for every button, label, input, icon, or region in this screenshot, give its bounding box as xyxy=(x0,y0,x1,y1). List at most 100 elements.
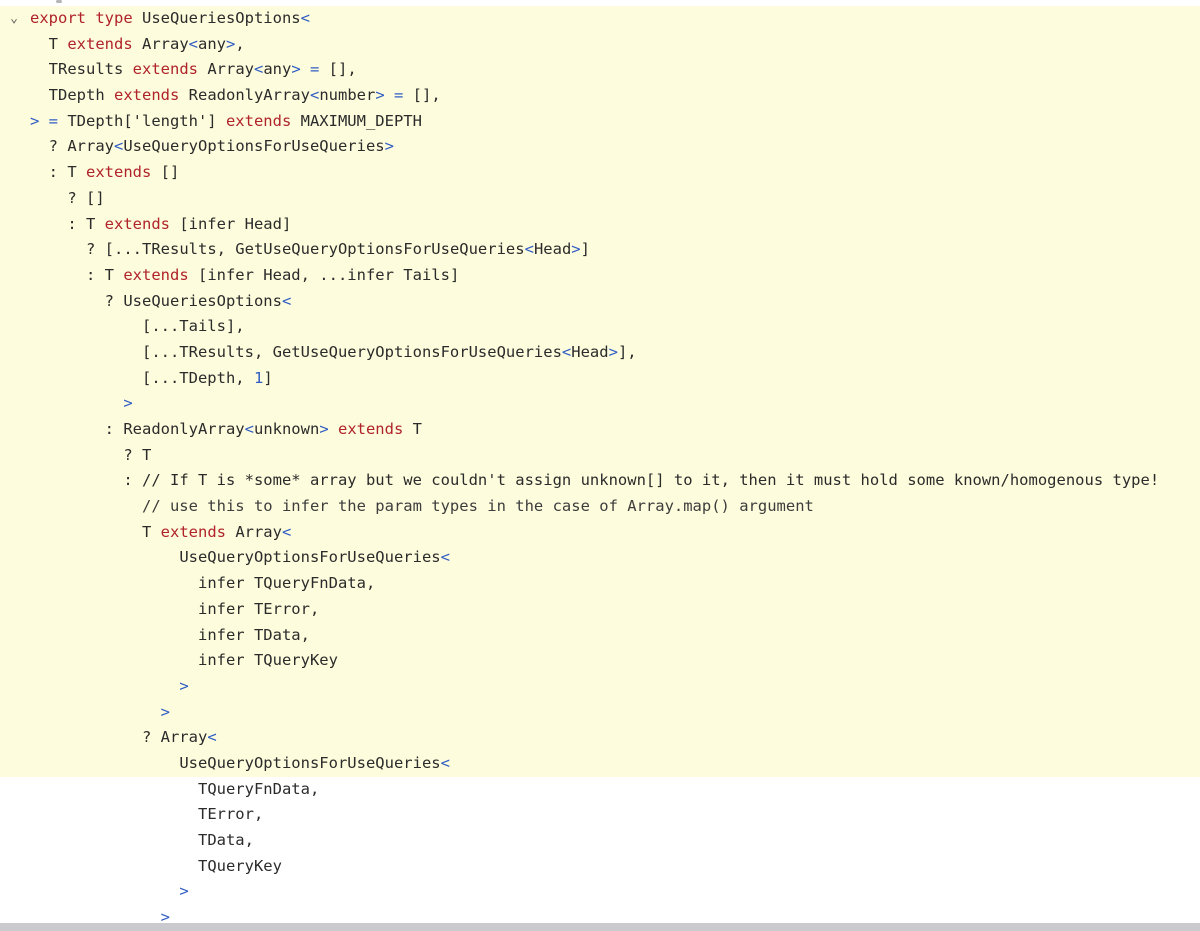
code-token: > xyxy=(571,240,581,259)
code-line[interactable]: T extends Array<any>, xyxy=(0,32,1200,58)
code-line-text: T extends Array<any>, xyxy=(30,32,245,58)
code-line-text: > xyxy=(30,700,170,726)
code-line[interactable]: TError, xyxy=(0,802,1200,828)
code-line[interactable]: ? UseQueriesOptions< xyxy=(0,289,1200,315)
code-line[interactable]: TQueryKey xyxy=(0,854,1200,880)
code-token: [...Tails], xyxy=(141,317,245,336)
code-line[interactable]: [...TResults, GetUseQueryOptionsForUseQu… xyxy=(0,340,1200,366)
code-token: > xyxy=(123,394,133,413)
code-line[interactable]: : // If T is *some* array but we couldn'… xyxy=(0,468,1200,494)
code-line-text: ? T xyxy=(30,443,151,469)
code-token: [...TResults, GetUseQueryOptionsForUseQu… xyxy=(141,342,562,361)
code-line[interactable]: > xyxy=(0,700,1200,726)
code-line[interactable]: TData, xyxy=(0,828,1200,854)
code-line-text: infer TQueryKey xyxy=(30,648,338,674)
code-line[interactable]: infer TQueryKey xyxy=(0,648,1200,674)
code-line[interactable]: // use this to infer the param types in … xyxy=(0,494,1200,520)
code-token: : T xyxy=(48,163,86,182)
code-token: > xyxy=(226,34,236,53)
code-line[interactable]: : T extends [infer Head, ...infer Tails] xyxy=(0,263,1200,289)
code-line[interactable]: ? Array< xyxy=(0,725,1200,751)
code-token: < xyxy=(300,9,310,27)
code-area[interactable]: ⌄ export type UseQueriesOptions< T extend… xyxy=(0,6,1200,931)
code-token: TResults xyxy=(48,60,133,79)
code-line[interactable]: > = TDepth['length'] extends MAXIMUM_DEP… xyxy=(0,109,1200,135)
code-line-text: infer TQueryFnData, xyxy=(30,571,375,597)
code-line[interactable]: infer TQueryFnData, xyxy=(0,571,1200,597)
code-line[interactable]: [...TDepth, 1] xyxy=(0,366,1200,392)
code-token: < xyxy=(207,728,217,747)
code-line[interactable]: [...Tails], xyxy=(0,314,1200,340)
code-line[interactable]: ? T xyxy=(0,443,1200,469)
code-token: TData, xyxy=(197,831,254,849)
code-token: infer TQueryKey xyxy=(197,651,338,670)
code-line-text: [...TResults, GetUseQueryOptionsForUseQu… xyxy=(30,340,637,366)
code-line[interactable]: ? [...TResults, GetUseQueryOptionsForUse… xyxy=(0,237,1200,263)
code-token: TError, xyxy=(197,805,264,824)
code-token: < xyxy=(561,342,572,361)
code-line[interactable]: : ReadonlyArray<unknown> extends T xyxy=(0,417,1200,443)
code-token: // use this to infer the param types in … xyxy=(141,497,814,516)
code-token: ], xyxy=(617,342,637,361)
code-token: extends xyxy=(86,163,161,182)
code-editor[interactable]: ⌄ export type UseQueriesOptions< T extend… xyxy=(0,0,1200,931)
code-line[interactable]: > xyxy=(0,674,1200,700)
code-token: , xyxy=(235,34,245,53)
code-line[interactable]: ? [] xyxy=(0,186,1200,212)
horizontal-scrollbar[interactable] xyxy=(0,923,1200,931)
code-line[interactable]: TQueryFnData, xyxy=(0,777,1200,803)
code-token: < xyxy=(114,137,124,156)
code-token: Head xyxy=(571,342,609,361)
code-line[interactable]: infer TError, xyxy=(0,597,1200,623)
code-line[interactable]: TResults extends Array<any> = [], xyxy=(0,57,1200,83)
code-token: infer TData, xyxy=(197,625,310,644)
code-token: UseQueryOptionsForUseQueries xyxy=(179,753,441,772)
code-token: [infer Head, ...infer Tails] xyxy=(197,265,460,284)
code-token: > = xyxy=(291,60,329,79)
code-line[interactable]: ⌄ export type UseQueriesOptions< xyxy=(0,6,1200,32)
code-line[interactable]: UseQueryOptionsForUseQueries< xyxy=(0,751,1200,777)
code-token: [], xyxy=(412,86,441,105)
code-line[interactable]: infer TData, xyxy=(0,623,1200,649)
code-token: < xyxy=(281,291,292,310)
code-line[interactable]: > xyxy=(0,879,1200,905)
code-line[interactable]: ? Array<UseQueryOptionsForUseQueries> xyxy=(0,134,1200,160)
code-token: Array xyxy=(207,60,254,79)
code-token: export type xyxy=(30,9,142,27)
code-token: > = xyxy=(30,111,68,130)
code-token: TQueryFnData, xyxy=(197,779,320,798)
code-token: Array xyxy=(142,34,189,53)
code-token: < xyxy=(440,753,450,772)
code-token: Head xyxy=(533,240,572,259)
code-line[interactable]: TDepth extends ReadonlyArray<number> = [… xyxy=(0,83,1200,109)
code-line[interactable]: > xyxy=(0,391,1200,417)
fold-chevron-icon[interactable]: ⌄ xyxy=(0,6,28,32)
code-line[interactable]: : T extends [infer Head] xyxy=(0,212,1200,238)
code-token: : T xyxy=(86,265,124,284)
code-token: extends xyxy=(104,214,180,233)
code-line[interactable]: UseQueryOptionsForUseQueries< xyxy=(0,545,1200,571)
code-token: T xyxy=(48,34,68,53)
code-token: : ReadonlyArray xyxy=(104,420,245,438)
code-line[interactable]: T extends Array< xyxy=(0,520,1200,546)
code-token: infer TError, xyxy=(197,599,320,618)
code-token: < xyxy=(524,240,534,259)
code-token: any xyxy=(263,60,292,79)
code-line-text: > = TDepth['length'] extends MAXIMUM_DEP… xyxy=(30,109,422,135)
code-line-text: TQueryFnData, xyxy=(30,777,319,803)
code-line[interactable]: : T extends [] xyxy=(0,160,1200,186)
code-token: > xyxy=(608,342,618,361)
